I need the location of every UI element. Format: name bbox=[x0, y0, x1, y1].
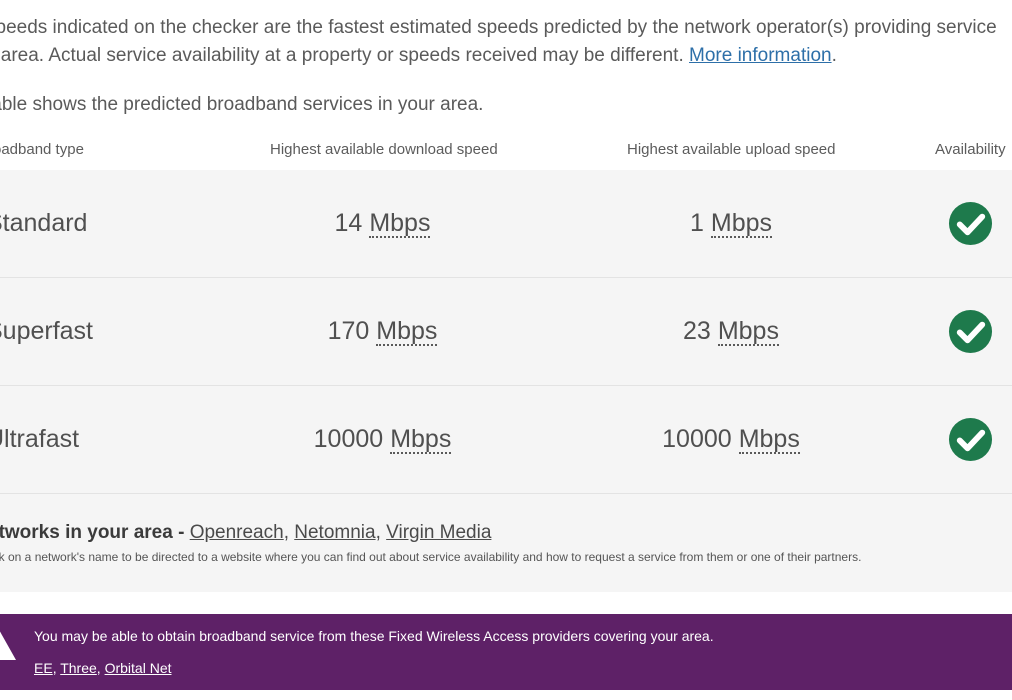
network-link-netomnia[interactable]: Netomnia bbox=[294, 522, 375, 543]
upload-speed: 1 Mbps bbox=[580, 170, 882, 277]
upload-unit[interactable]: Mbps bbox=[710, 210, 773, 238]
networks-comma: , bbox=[375, 522, 387, 543]
network-link-virgin-media[interactable]: Virgin Media bbox=[386, 522, 491, 543]
provider-link-orbital-net[interactable]: Orbital Net bbox=[105, 660, 172, 676]
broadband-type: Standard bbox=[0, 209, 88, 237]
header-upload-speed: Highest available upload speed bbox=[627, 141, 836, 158]
network-link-openreach[interactable]: Openreach bbox=[190, 522, 284, 543]
intro-paragraph: speeds indicated on the checker are the … bbox=[0, 14, 1012, 70]
networks-comma: , bbox=[283, 522, 295, 543]
download-value: 170 bbox=[327, 317, 370, 345]
more-information-link[interactable]: More information bbox=[689, 45, 832, 66]
download-speed: 10000 Mbps bbox=[230, 386, 535, 493]
upload-unit[interactable]: Mbps bbox=[717, 318, 779, 346]
download-speed: 14 Mbps bbox=[230, 170, 535, 277]
table-row: Ultrafast 10000Mbps 10000Mbps bbox=[0, 386, 1012, 494]
upload-unit[interactable]: Mbps bbox=[738, 426, 800, 454]
download-value: 10000 bbox=[313, 425, 384, 453]
check-circle-icon bbox=[948, 417, 992, 462]
banner-text: You may be able to obtain broadband serv… bbox=[34, 628, 714, 644]
provider-comma: , bbox=[96, 660, 105, 676]
intro-period: . bbox=[831, 45, 837, 66]
networks-separator: - bbox=[172, 522, 190, 543]
upload-speed: 23 Mbps bbox=[580, 278, 882, 385]
provider-links: EE, Three, Orbital Net bbox=[34, 660, 172, 676]
check-circle-icon bbox=[948, 201, 992, 246]
intro-line-2: s area. Actual service availability at a… bbox=[0, 42, 1012, 70]
availability-cell bbox=[946, 170, 994, 277]
networks-heading-line: etworks in your area - Openreach, Netomn… bbox=[0, 522, 491, 544]
upload-speed: 10000 Mbps bbox=[580, 386, 882, 493]
warning-icon bbox=[0, 631, 16, 660]
download-unit[interactable]: Mbps bbox=[390, 426, 452, 454]
provider-link-three[interactable]: Three bbox=[60, 660, 97, 676]
intro-line-2-text: s area. Actual service availability at a… bbox=[0, 45, 684, 66]
intro-line-1: speeds indicated on the checker are the … bbox=[0, 17, 997, 38]
fixed-wireless-banner: You may be able to obtain broadband serv… bbox=[0, 614, 1012, 690]
results-table: Standard 14Mbps 1Mbps Superfast 170Mbps … bbox=[0, 170, 1012, 494]
header-broadband-type: roadband type bbox=[0, 141, 84, 158]
download-unit[interactable]: Mbps bbox=[369, 210, 431, 238]
table-row: Superfast 170Mbps 23Mbps bbox=[0, 278, 1012, 386]
check-circle-icon bbox=[948, 309, 992, 354]
header-download-speed: Highest available download speed bbox=[270, 141, 498, 158]
networks-note: ick on a network's name to be directed t… bbox=[0, 550, 862, 564]
networks-section: etworks in your area - Openreach, Netomn… bbox=[0, 494, 1012, 592]
upload-value: 1 bbox=[689, 209, 704, 237]
provider-link-ee[interactable]: EE bbox=[34, 660, 53, 676]
download-unit[interactable]: Mbps bbox=[376, 318, 438, 346]
header-availability: Availability bbox=[935, 141, 1006, 158]
availability-cell bbox=[946, 278, 994, 385]
broadband-type: Ultrafast bbox=[0, 425, 80, 453]
networks-heading: etworks in your area bbox=[0, 522, 173, 543]
download-value: 14 bbox=[334, 209, 363, 237]
broadband-type: Superfast bbox=[0, 317, 94, 345]
upload-value: 23 bbox=[683, 317, 711, 345]
table-row: Standard 14Mbps 1Mbps bbox=[0, 170, 1012, 278]
download-speed: 170 Mbps bbox=[230, 278, 535, 385]
availability-cell bbox=[946, 386, 994, 493]
upload-value: 10000 bbox=[662, 425, 732, 453]
table-intro: table shows the predicted broadband serv… bbox=[0, 94, 484, 115]
